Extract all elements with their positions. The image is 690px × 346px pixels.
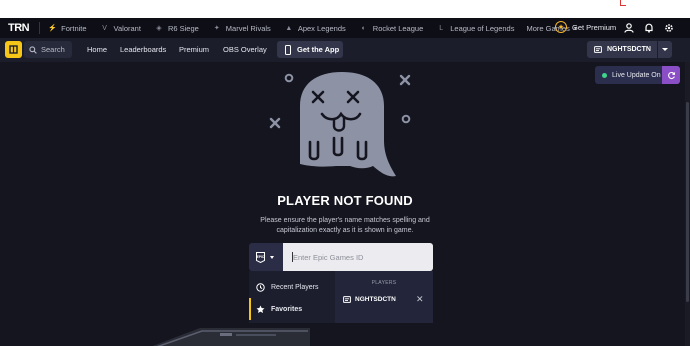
apex-icon: ▲: [285, 24, 293, 32]
main-nav: Search Home Leaderboards Premium OBS Ove…: [0, 38, 690, 62]
lol-icon: L: [439, 24, 444, 32]
bell-icon[interactable]: [644, 23, 654, 33]
search-box[interactable]: Search: [24, 41, 72, 58]
search-icon: [29, 45, 37, 54]
not-found-description: Please ensure the player's name matches …: [260, 217, 430, 234]
nav-obs-overlay[interactable]: OBS Overlay: [223, 45, 267, 54]
clock-icon: [256, 282, 265, 292]
text-cursor: [292, 252, 293, 262]
players-panel: PLAYERS NGHTSDCTN ✕: [335, 271, 433, 323]
not-found-title: PLAYER NOT FOUND: [277, 193, 413, 208]
search-dropdown: Recent Players Favorites PLAYERS NGHTSDC…: [249, 271, 433, 323]
nav-premium[interactable]: Premium: [179, 45, 209, 54]
rocket-icon: ◐: [361, 24, 366, 32]
menu-icon: [9, 45, 18, 54]
dropdown-favorites[interactable]: Favorites: [249, 298, 334, 320]
scrollbar[interactable]: [685, 62, 690, 346]
game-link-apex[interactable]: ▲ Apex Legends: [285, 24, 345, 33]
player-entry[interactable]: NGHTSDCTN: [343, 296, 396, 303]
r6-icon: ◈: [156, 25, 162, 32]
user-icon[interactable]: [624, 23, 634, 33]
star-icon: [256, 305, 265, 313]
separator: [39, 22, 41, 34]
gear-icon[interactable]: [664, 23, 674, 33]
gift-icon[interactable]: [620, 0, 626, 6]
game-link-rocket-league[interactable]: ◐ Rocket League: [360, 24, 424, 33]
premium-icon: ★: [555, 21, 567, 33]
live-status-dot: [602, 72, 607, 78]
epic-id-input[interactable]: [283, 243, 433, 271]
game-link-marvel-rivals[interactable]: ✦ Marvel Rivals: [213, 24, 271, 33]
game-link-lol[interactable]: L League of Legends: [437, 24, 514, 33]
chevron-down-icon[interactable]: [662, 48, 668, 51]
trn-logo[interactable]: TRN: [8, 22, 30, 34]
valorant-icon: V: [102, 24, 107, 32]
game-link-fortnite[interactable]: ⚡ Fortnite: [48, 24, 86, 33]
menu-button[interactable]: [5, 41, 22, 58]
players-heading: PLAYERS: [371, 280, 397, 286]
marvel-icon: ✦: [213, 25, 220, 32]
close-icon[interactable]: ✕: [416, 294, 424, 305]
user-profile-button[interactable]: NGHTSDCTN: [587, 41, 672, 58]
browser-top-strip: [0, 0, 690, 18]
nav-leaderboards[interactable]: Leaderboards: [120, 45, 166, 54]
refresh-button[interactable]: [662, 66, 680, 84]
phone-mockup-image: [152, 328, 310, 346]
get-premium-link[interactable]: ★ Get Premium: [555, 21, 616, 33]
id-card-icon: [594, 46, 602, 53]
divider: [657, 41, 658, 58]
games-bar: TRN ⚡ Fortnite V Valorant ◈ R6 Siege ✦ Marve…: [0, 18, 690, 38]
scrollbar-thumb[interactable]: [686, 102, 689, 302]
fortnite-icon: ⚡: [48, 25, 57, 32]
id-card-icon: [343, 296, 351, 303]
game-link-valorant[interactable]: V Valorant: [101, 24, 141, 33]
get-the-app-button[interactable]: Get the App: [277, 41, 343, 58]
refresh-icon: [667, 71, 675, 79]
svg-text:EPIC: EPIC: [257, 255, 265, 259]
epic-games-icon: EPIC: [256, 251, 265, 263]
live-update-toggle[interactable]: Live Update On: [595, 66, 680, 84]
phone-icon: [285, 44, 291, 55]
chevron-down-icon: [270, 255, 274, 259]
dropdown-recent-players[interactable]: Recent Players: [249, 276, 334, 298]
ghost-illustration: [269, 72, 411, 177]
game-link-r6[interactable]: ◈ R6 Siege: [155, 24, 199, 33]
platform-select[interactable]: EPIC: [249, 243, 283, 271]
nav-home[interactable]: Home: [87, 45, 107, 54]
